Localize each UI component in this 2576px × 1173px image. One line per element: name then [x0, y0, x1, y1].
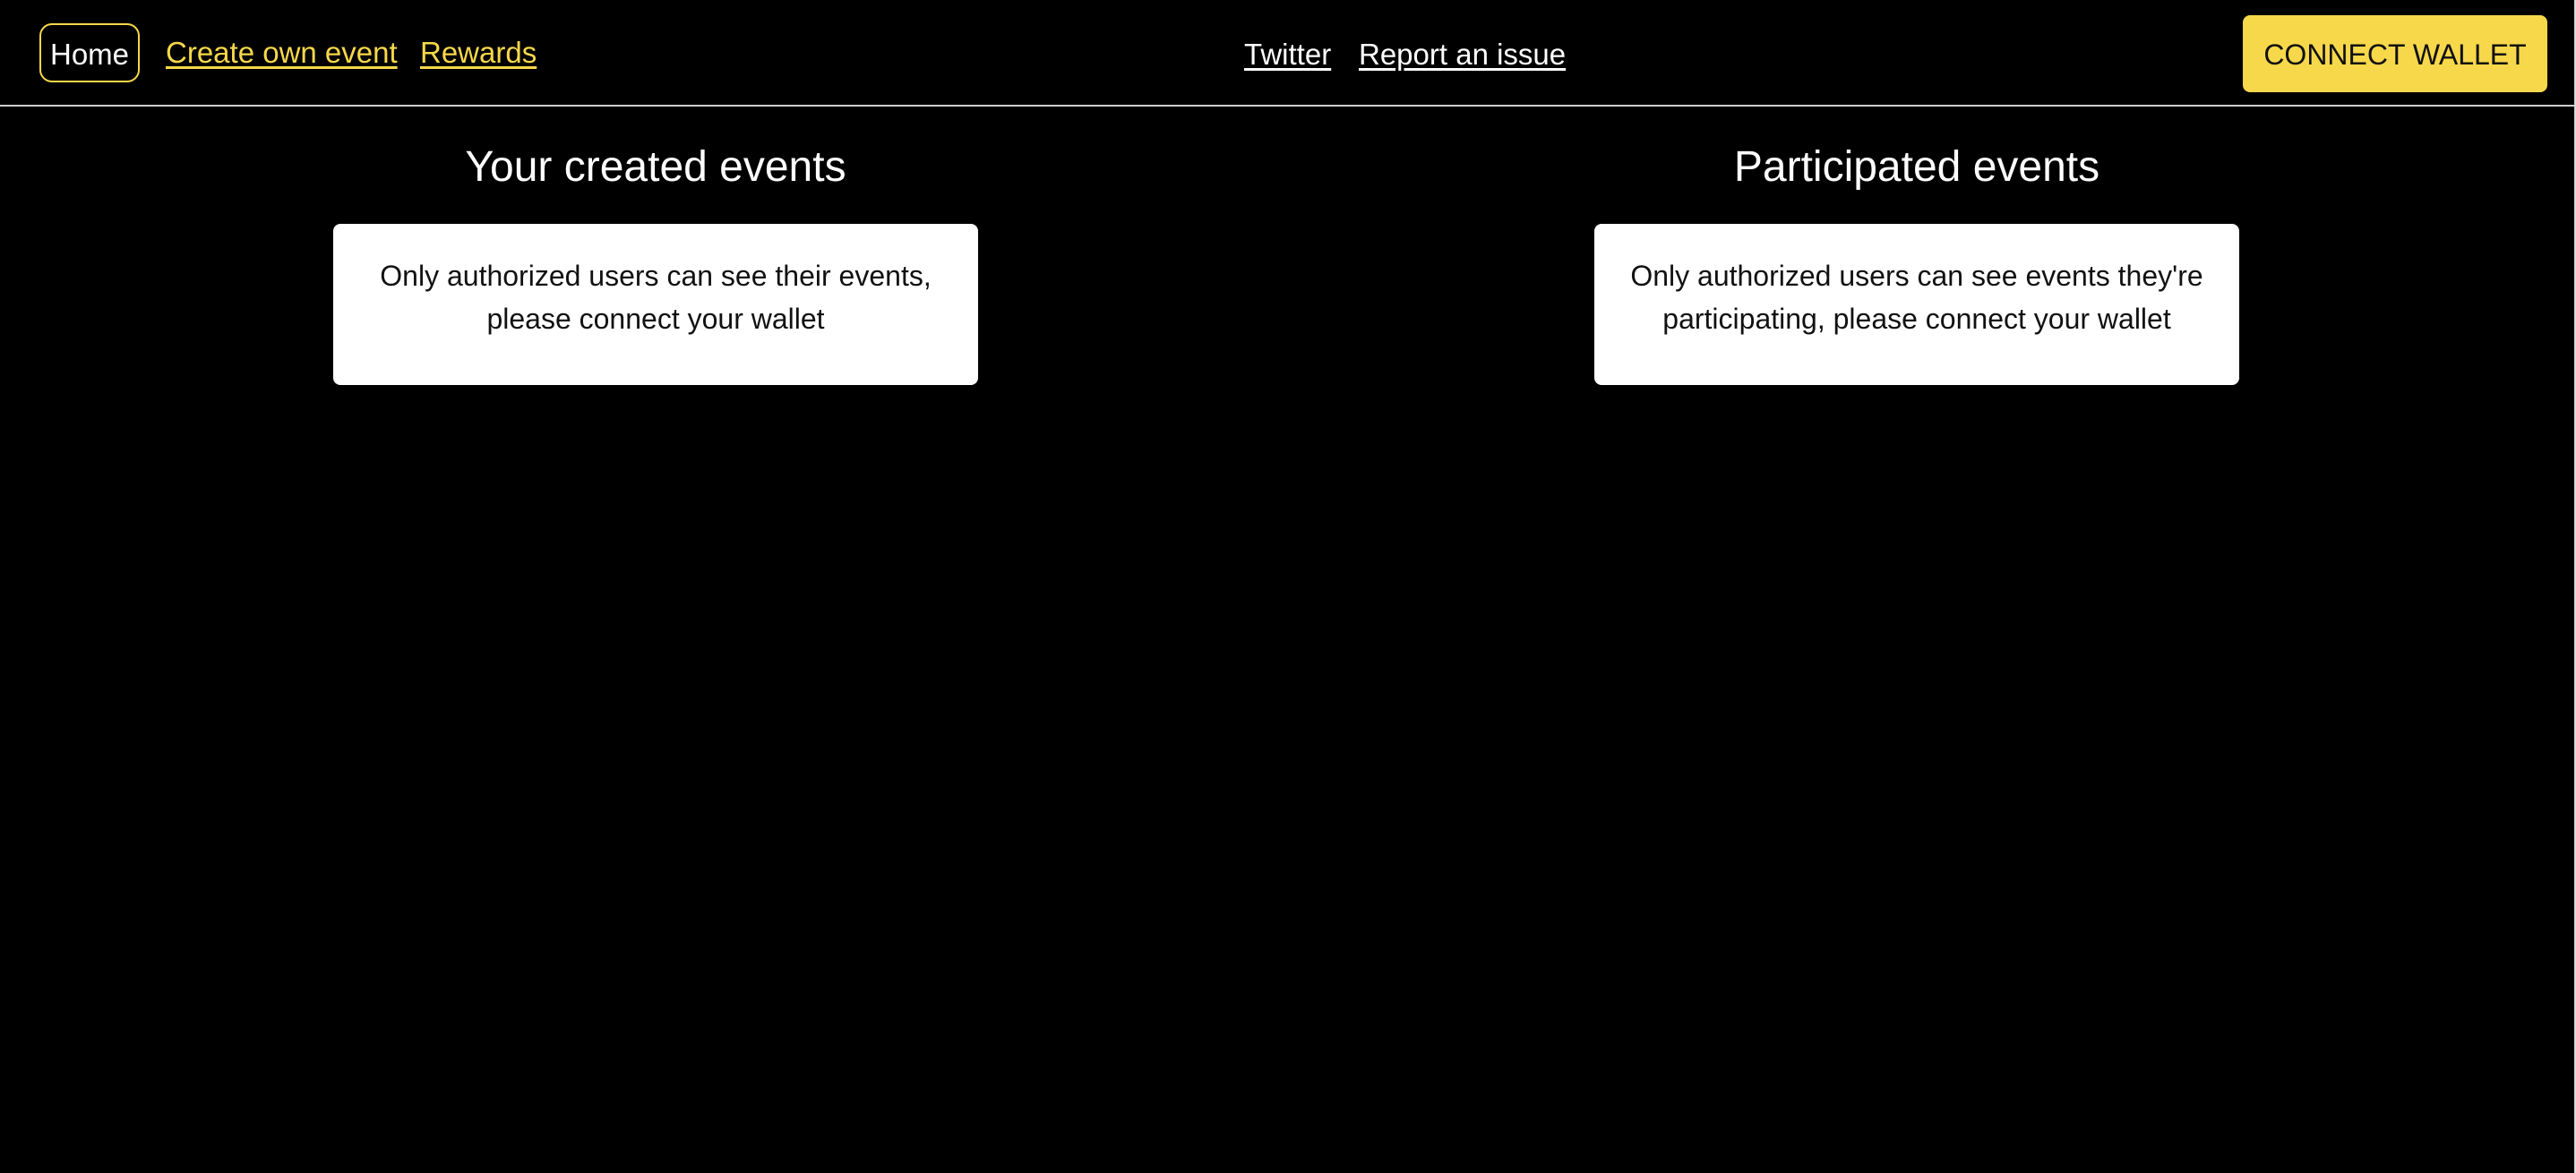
participated-events-notice-card: Only authorized users can see events the…: [1594, 224, 2239, 385]
nav-rewards-link[interactable]: Rewards: [420, 23, 537, 82]
app-page: Home Create own event Rewards Twitter Re…: [0, 0, 2576, 1173]
nav-twitter-link[interactable]: Twitter: [1244, 25, 1331, 84]
connect-wallet-button[interactable]: CONNECT WALLET: [2243, 15, 2547, 92]
top-nav-bar: Home Create own event Rewards Twitter Re…: [0, 0, 2574, 107]
nav-report-issue-link[interactable]: Report an issue: [1359, 25, 1566, 84]
created-events-notice-card: Only authorized users can see their even…: [333, 224, 978, 385]
created-events-notice-text: Only authorized users can see their even…: [380, 260, 932, 335]
participated-events-notice-text: Only authorized users can see events the…: [1630, 260, 2203, 335]
nav-create-event-link[interactable]: Create own event: [166, 23, 398, 82]
participated-events-title: Participated events: [1733, 143, 2100, 191]
participated-events-section: Participated events Only authorized user…: [1594, 134, 2239, 385]
created-events-section: Your created events Only authorized user…: [333, 134, 978, 385]
nav-home-link[interactable]: Home: [39, 23, 141, 82]
created-events-title: Your created events: [465, 143, 846, 191]
